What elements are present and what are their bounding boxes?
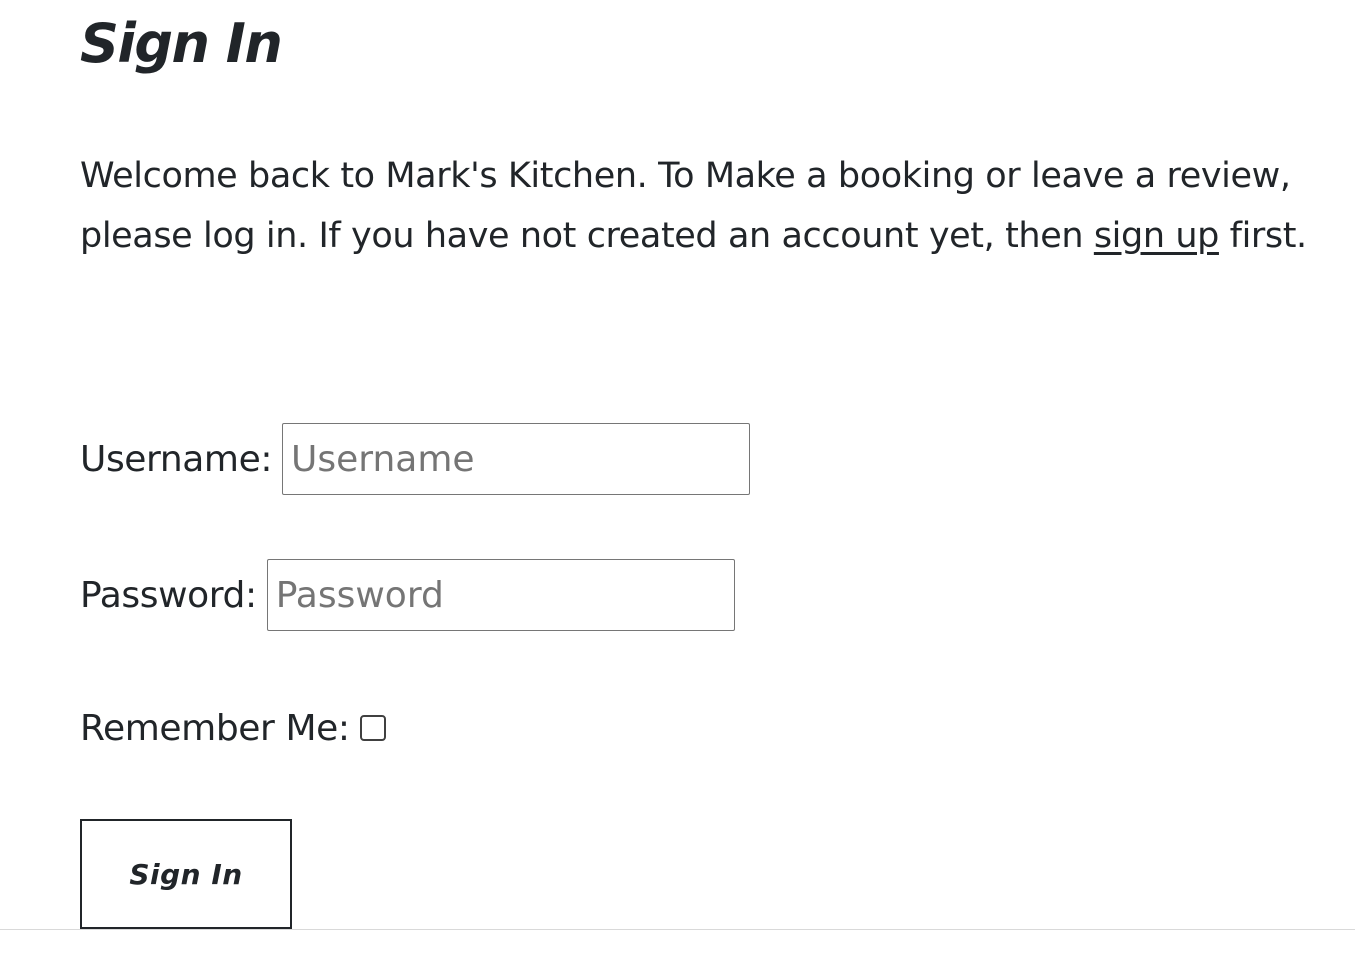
password-row: Password: xyxy=(80,559,735,631)
sign-up-link[interactable]: sign up xyxy=(1094,216,1219,256)
username-row: Username: xyxy=(80,423,751,495)
sign-in-button[interactable]: Sign In xyxy=(80,819,292,929)
intro-paragraph: Welcome back to Mark's Kitchen. To Make … xyxy=(80,146,1340,266)
sign-in-page: Sign In Welcome back to Mark's Kitchen. … xyxy=(0,0,1355,962)
remember-me-label: Remember Me: xyxy=(80,707,350,749)
page-title: Sign In xyxy=(80,12,283,75)
remember-me-row: Remember Me: xyxy=(80,700,386,756)
username-label: Username: xyxy=(80,438,273,480)
password-input[interactable] xyxy=(266,559,735,631)
intro-text-end: first. xyxy=(1218,216,1308,256)
username-input[interactable] xyxy=(282,423,751,495)
password-label: Password: xyxy=(80,574,257,616)
footer-divider xyxy=(0,929,1355,930)
remember-me-checkbox[interactable] xyxy=(359,715,386,741)
